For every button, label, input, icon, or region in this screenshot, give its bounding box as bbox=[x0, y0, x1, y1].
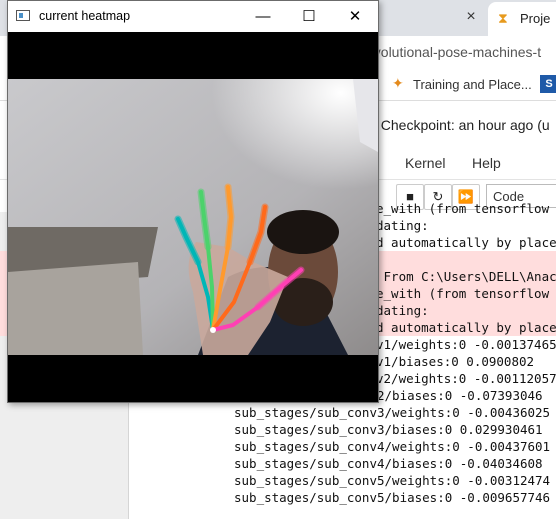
wrist-keypoint bbox=[210, 327, 216, 333]
menu-help[interactable]: Help bbox=[472, 155, 501, 171]
window-titlebar[interactable]: current heatmap — ☐ ✕ bbox=[8, 1, 378, 32]
camera-frame bbox=[8, 32, 378, 402]
close-tab-icon[interactable]: × bbox=[462, 8, 480, 26]
window-title: current heatmap bbox=[39, 9, 131, 23]
output-line: sub_stages/sub_conv3/biases:0 0.02993046… bbox=[234, 422, 543, 437]
bookmark-s-icon[interactable]: S bbox=[540, 75, 556, 93]
address-url[interactable]: nvolutional-pose-machines-t bbox=[366, 44, 541, 60]
checkpoint-status: st Checkpoint: an hour ago (u bbox=[366, 117, 550, 133]
app-window-icon bbox=[16, 10, 30, 21]
maximize-button[interactable]: ☐ bbox=[286, 1, 332, 32]
letterbox-bottom bbox=[8, 355, 378, 402]
menu-kernel[interactable]: Kernel bbox=[405, 155, 445, 171]
table-surface bbox=[8, 262, 143, 355]
person-hair bbox=[267, 210, 339, 254]
output-line: sub_stages/sub_conv4/biases:0 -0.0403460… bbox=[234, 456, 543, 471]
letterbox-top bbox=[8, 32, 378, 79]
close-button[interactable]: ✕ bbox=[332, 1, 378, 32]
bookmark-training[interactable]: Training and Place... bbox=[413, 77, 532, 92]
puzzle-icon: ✦ bbox=[392, 75, 404, 91]
output-line: sub_stages/sub_conv3/weights:0 -0.004360… bbox=[234, 405, 551, 420]
output-line: sub_stages/sub_conv5/weights:0 -0.003124… bbox=[234, 473, 551, 488]
hourglass-icon: ⧗ bbox=[498, 10, 508, 26]
output-line: sub_stages/sub_conv5/biases:0 -0.0096577… bbox=[234, 490, 551, 505]
tab-project[interactable]: ⧗ Proje bbox=[488, 2, 556, 36]
tab-title: Proje bbox=[520, 11, 551, 26]
heatmap-canvas bbox=[8, 32, 378, 402]
minimize-button[interactable]: — bbox=[240, 1, 286, 32]
heatmap-window: current heatmap — ☐ ✕ bbox=[7, 0, 379, 403]
output-line: sub_stages/sub_conv4/weights:0 -0.004376… bbox=[234, 439, 551, 454]
finger-heat bbox=[224, 183, 235, 251]
